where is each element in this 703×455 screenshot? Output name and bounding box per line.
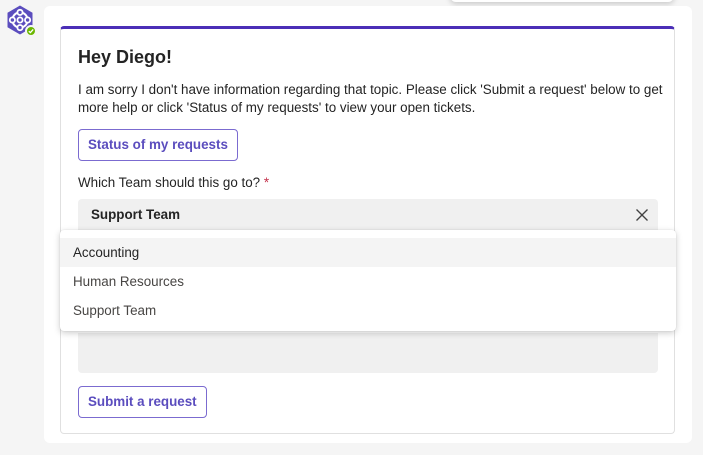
submit-request-button[interactable]: Submit a request [78,386,207,418]
card-body-text: I am sorry I don't have information rega… [78,82,663,115]
team-field-label: Which Team should this go to? * [78,175,269,190]
message-bubble: Hey Diego! I am sorry I don't have infor… [44,6,692,443]
request-description-input[interactable] [78,333,658,373]
dropdown-option-accounting[interactable]: Accounting [60,238,676,267]
team-field-label-text: Which Team should this go to? [78,175,261,190]
available-check-icon [25,25,37,37]
dropdown-option-support-team[interactable]: Support Team [60,296,676,325]
team-dropdown-list: Accounting Human Resources Support Team [60,230,676,331]
close-icon[interactable] [635,208,649,222]
dropdown-option-human-resources[interactable]: Human Resources [60,267,676,296]
top-popover-edge [450,0,674,2]
required-mark: * [263,175,270,190]
team-select-value: Support Team [91,207,181,222]
team-select[interactable]: Support Team [78,199,658,231]
card-title: Hey Diego! [78,47,173,67]
status-of-my-requests-button[interactable]: Status of my requests [78,129,238,161]
bot-avatar[interactable] [4,4,37,37]
